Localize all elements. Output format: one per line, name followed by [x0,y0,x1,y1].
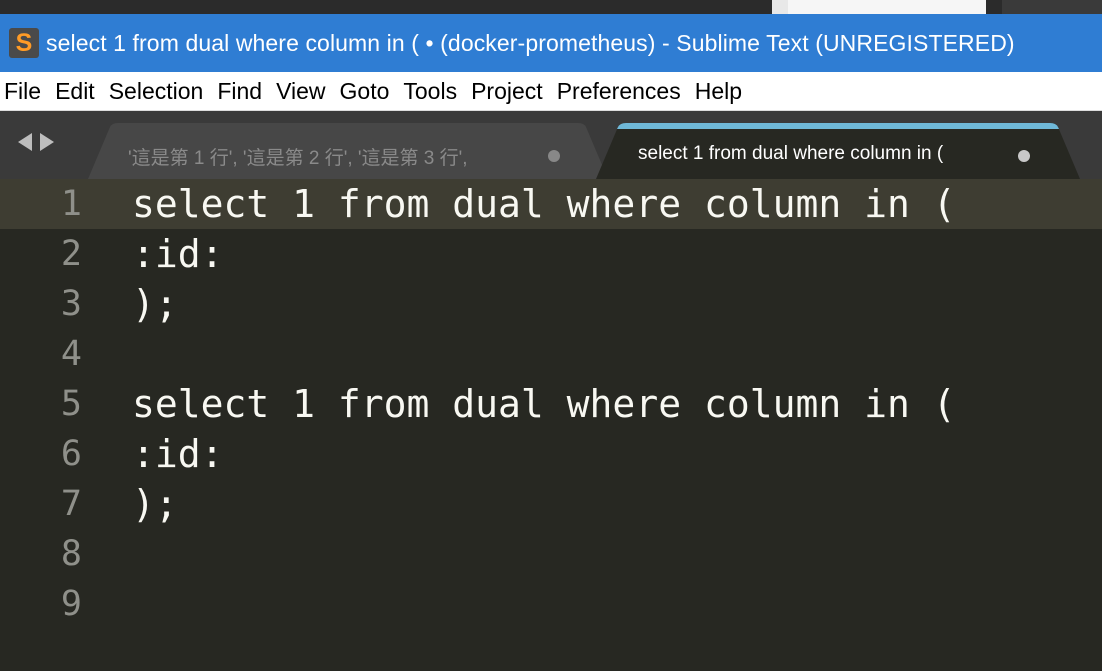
line-number: 7 [60,484,82,524]
menu-tools[interactable]: Tools [403,78,457,105]
menu-goto[interactable]: Goto [340,78,390,105]
tab-navigation [18,133,54,151]
code-line[interactable]: 6 :id: [0,429,1102,479]
background-window-edge [788,0,986,14]
line-text: :id: [132,232,224,276]
line-number: 2 [60,234,82,274]
line-text: select 1 from dual where column in ( [132,382,956,426]
line-number: 8 [60,534,82,574]
code-line[interactable]: 1 select 1 from dual where column in ( [0,179,1102,229]
background-window-edge [772,0,788,14]
tab-file-1[interactable]: '這是第 1 行', '這是第 2 行', '這是第 3 行', [88,123,608,179]
menu-find[interactable]: Find [217,78,262,105]
menu-edit[interactable]: Edit [55,78,95,105]
code-line[interactable]: 9 [0,579,1102,629]
line-text: select 1 from dual where column in ( [132,182,956,226]
code-line[interactable]: 7 ); [0,479,1102,529]
code-line[interactable]: 5 select 1 from dual where column in ( [0,379,1102,429]
tab-bar: '這是第 1 行', '這是第 2 行', '這是第 3 行', select … [0,111,1102,179]
menu-project[interactable]: Project [471,78,543,105]
app-icon-glyph: S [15,29,33,57]
code-line[interactable]: 2 :id: [0,229,1102,279]
arrow-right-icon[interactable] [40,133,54,151]
line-number: 9 [60,584,82,624]
line-text: ); [132,482,178,526]
background-window-strip [0,0,1102,14]
line-number: 3 [60,284,82,324]
line-text: ); [132,282,178,326]
tab-label: '這是第 1 行', '這是第 2 行', '這是第 3 行', [128,148,468,169]
modified-dot-icon[interactable] [1018,150,1030,162]
window-title: select 1 from dual where column in ( • (… [46,29,1015,56]
line-text: :id: [132,432,224,476]
title-bar[interactable]: S select 1 from dual where column in ( •… [0,14,1102,72]
line-number: 4 [60,334,82,374]
line-number: 5 [60,384,82,424]
sublime-text-icon[interactable]: S [9,28,39,58]
tab-label: select 1 from dual where column in ( [638,143,944,164]
background-window-edge [1002,0,1102,14]
code-line[interactable]: 8 [0,529,1102,579]
menu-bar: File Edit Selection Find View Goto Tools… [0,72,1102,111]
editor[interactable]: 1 select 1 from dual where column in ( 2… [0,179,1102,671]
menu-view[interactable]: View [276,78,325,105]
menu-preferences[interactable]: Preferences [557,78,681,105]
tab-file-2[interactable]: select 1 from dual where column in ( [596,123,1080,179]
line-number: 1 [60,184,82,224]
menu-selection[interactable]: Selection [109,78,204,105]
modified-dot-icon[interactable] [548,150,560,162]
arrow-left-icon[interactable] [18,133,32,151]
menu-help[interactable]: Help [695,78,742,105]
code-line[interactable]: 4 [0,329,1102,379]
line-number: 6 [60,434,82,474]
menu-file[interactable]: File [4,78,41,105]
code-line[interactable]: 3 ); [0,279,1102,329]
